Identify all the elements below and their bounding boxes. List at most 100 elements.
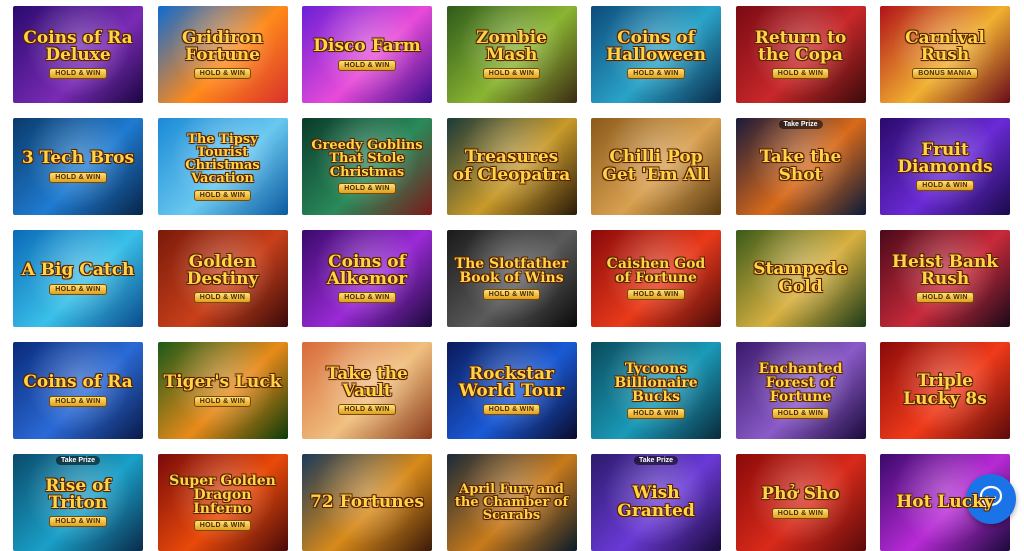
game-title: Phở Sho: [761, 484, 840, 505]
game-tile[interactable]: April Fury and the Chamber of Scarabs: [446, 454, 577, 551]
game-tile[interactable]: 72 Fortunes: [302, 454, 432, 551]
game-tile[interactable]: Tycoons Billionaire Bucks HOLD & WIN: [591, 342, 721, 439]
game-title: Coins of Alkemor: [326, 251, 408, 289]
game-title: Rise of Triton: [45, 475, 111, 513]
take-prize-tag: Take Prize: [778, 120, 823, 129]
game-tile[interactable]: Chilli Pop Get 'Em All: [591, 118, 721, 215]
game-badge: HOLD & WIN: [49, 395, 107, 407]
game-tile[interactable]: Caishen God of Fortune HOLD & WIN: [591, 230, 721, 327]
game-badge: HOLD & WIN: [193, 395, 252, 407]
game-tile[interactable]: Coins of Alkemor HOLD & WIN: [302, 230, 432, 327]
game-badge: HOLD & WIN: [193, 520, 252, 532]
game-badge: HOLD & WIN: [49, 516, 107, 528]
game-badge: HOLD & WIN: [916, 180, 974, 192]
game-tile[interactable]: Treasures of Cleopatra: [446, 118, 577, 215]
game-badge: HOLD & WIN: [193, 68, 252, 80]
game-badge: HOLD & WIN: [338, 404, 396, 416]
game-title: Heist Bank Rush: [891, 251, 999, 289]
game-badge: HOLD & WIN: [193, 189, 252, 201]
game-tile[interactable]: Stampede Gold: [735, 230, 866, 327]
game-badge: HOLD & WIN: [771, 68, 830, 80]
game-tile[interactable]: Hot Lucky: [880, 454, 1010, 551]
game-title: Caishen God of Fortune: [606, 255, 706, 286]
game-title: Coins of Halloween: [606, 27, 706, 65]
game-tile[interactable]: Take Prize Take the Shot: [735, 118, 866, 215]
game-title: Hot Lucky: [896, 491, 994, 512]
game-tile[interactable]: 3 Tech Bros HOLD & WIN: [13, 118, 143, 215]
game-badge: HOLD & WIN: [49, 171, 107, 183]
game-title: Golden Destiny: [186, 251, 259, 289]
game-title: Gridiron Fortune: [182, 27, 263, 65]
game-tile[interactable]: The Slotfather Book of Wins HOLD & WIN: [446, 230, 577, 327]
game-tile[interactable]: Super Golden Dragon Inferno HOLD & WIN: [157, 454, 288, 551]
game-tile[interactable]: Golden Destiny HOLD & WIN: [157, 230, 288, 327]
game-title: Rockstar World Tour: [458, 363, 565, 401]
game-badge: HOLD & WIN: [193, 292, 252, 304]
game-badge: HOLD & WIN: [482, 68, 541, 80]
game-title: The Slotfather Book of Wins: [454, 255, 569, 286]
game-title: Coins of Ra: [23, 372, 133, 393]
game-title: Triple Lucky 8s: [903, 371, 987, 409]
game-badge: HOLD & WIN: [49, 68, 107, 80]
game-tile[interactable]: Heist Bank Rush HOLD & WIN: [880, 230, 1010, 327]
game-tile[interactable]: Take the Vault HOLD & WIN: [302, 342, 432, 439]
game-badge: HOLD & WIN: [482, 404, 541, 416]
game-badge: HOLD & WIN: [627, 408, 685, 420]
game-tile[interactable]: Disco Farm HOLD & WIN: [302, 6, 432, 103]
game-badge: HOLD & WIN: [771, 408, 830, 420]
game-badge: HOLD & WIN: [771, 507, 830, 519]
game-title: Wish Granted: [617, 483, 695, 521]
game-tile[interactable]: Coins of Halloween HOLD & WIN: [591, 6, 721, 103]
game-title: Disco Farm: [313, 36, 421, 57]
game-title: Fruit Diamonds: [897, 139, 993, 177]
take-prize-tag: Take Prize: [633, 456, 679, 465]
game-tile[interactable]: Take Prize Wish Granted: [591, 454, 721, 551]
game-title: 72 Fortunes: [310, 491, 424, 512]
game-title: Take the Vault: [326, 363, 408, 401]
game-title: 3 Tech Bros: [21, 148, 135, 169]
game-title: Chilli Pop Get 'Em All: [602, 147, 710, 185]
game-tile[interactable]: Greedy Goblins That Stole Christmas HOLD …: [302, 118, 432, 215]
game-title: Super Golden Dragon Inferno: [169, 472, 276, 518]
game-badge: HOLD & WIN: [49, 283, 107, 295]
game-tile[interactable]: Rockstar World Tour HOLD & WIN: [446, 342, 577, 439]
game-badge: BONUS MANIA: [912, 68, 978, 80]
game-badge: HOLD & WIN: [482, 289, 541, 301]
game-title: Coins of Ra Deluxe: [23, 27, 133, 65]
game-title: A Big Catch: [21, 260, 135, 281]
take-prize-tag: Take Prize: [55, 456, 101, 465]
game-tile[interactable]: Return to the Copa HOLD & WIN: [735, 6, 866, 103]
game-badge: HOLD & WIN: [338, 59, 396, 71]
game-tile[interactable]: Coins of Ra HOLD & WIN: [13, 342, 143, 439]
game-title: The Tipsy Tourist Christmas Vacation: [185, 131, 260, 187]
game-badge: HOLD & WIN: [338, 292, 396, 304]
game-title: Enchanted Forest of Fortune: [758, 360, 843, 406]
game-badge: HOLD & WIN: [627, 68, 685, 80]
game-tile[interactable]: A Big Catch HOLD & WIN: [13, 230, 143, 327]
game-tile[interactable]: Fruit Diamonds HOLD & WIN: [880, 118, 1010, 215]
game-title: Take the Shot: [759, 147, 842, 185]
game-tile[interactable]: Coins of Ra Deluxe HOLD & WIN: [13, 6, 143, 103]
game-badge: HOLD & WIN: [338, 182, 396, 194]
game-title: April Fury and the Chamber of Scarabs: [454, 481, 569, 524]
game-title: Tiger's Luck: [163, 372, 282, 393]
game-tile[interactable]: Gridiron Fortune HOLD & WIN: [157, 6, 288, 103]
game-title: Stampede Gold: [753, 259, 848, 297]
game-tile[interactable]: Phở Sho HOLD & WIN: [735, 454, 866, 551]
game-badge: HOLD & WIN: [627, 289, 685, 301]
game-tile[interactable]: Tiger's Luck HOLD & WIN: [157, 342, 288, 439]
game-title: Zombie Mash: [476, 27, 547, 65]
game-title: Greedy Goblins That Stole Christmas: [311, 138, 423, 180]
game-tile[interactable]: Triple Lucky 8s: [880, 342, 1010, 439]
game-title: Return to the Copa: [754, 27, 847, 65]
game-badge: HOLD & WIN: [916, 292, 974, 304]
game-grid: Coins of Ra Deluxe HOLD & WIN Gridiron Fo…: [13, 6, 1010, 551]
game-tile[interactable]: Take Prize Rise of Triton HOLD & WIN: [13, 454, 143, 551]
game-title: Carnival Rush: [905, 27, 985, 65]
game-tile[interactable]: Zombie Mash HOLD & WIN: [446, 6, 577, 103]
game-title: Treasures of Cleopatra: [452, 147, 571, 185]
game-tile[interactable]: Carnival Rush BONUS MANIA: [880, 6, 1010, 103]
game-tile[interactable]: Enchanted Forest of Fortune HOLD & WIN: [735, 342, 866, 439]
game-tile[interactable]: The Tipsy Tourist Christmas Vacation HOLD…: [157, 118, 288, 215]
game-title: Tycoons Billionaire Bucks: [614, 360, 698, 406]
